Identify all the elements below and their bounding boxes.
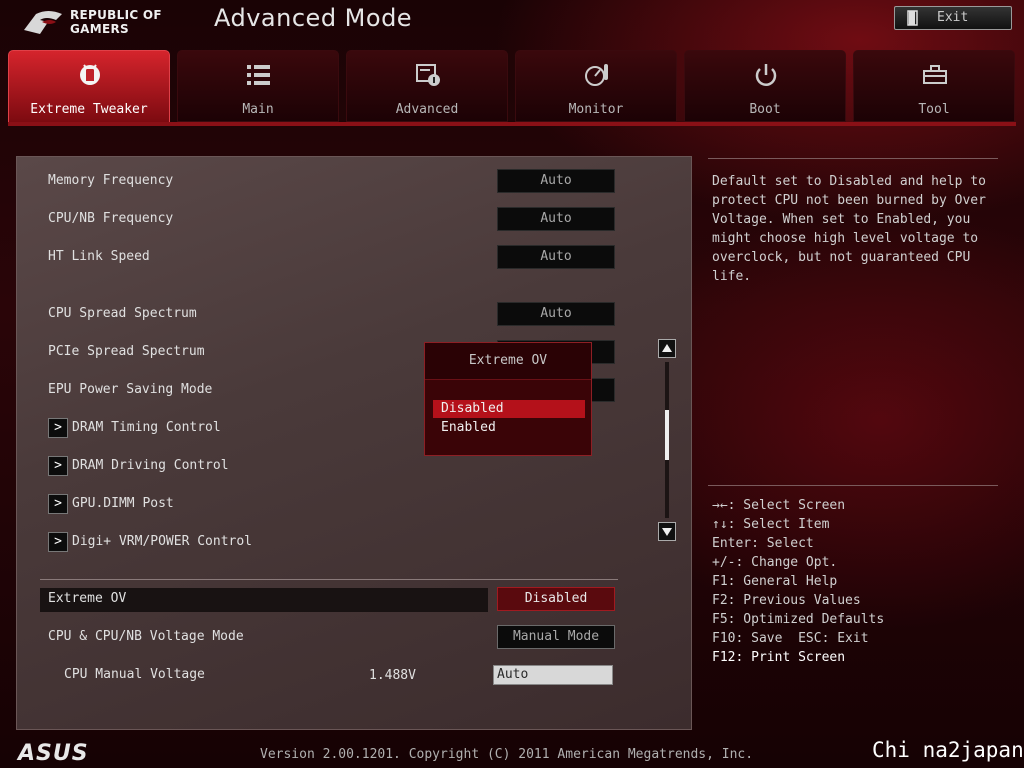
tab-advanced[interactable]: Advanced [346, 50, 508, 122]
exit-button[interactable]: Exit [894, 6, 1012, 30]
power-icon [755, 64, 777, 86]
key-hint: F12: Print Screen [712, 650, 846, 665]
triangle-up-icon [662, 344, 672, 352]
extreme-ov-label: Extreme OV [48, 591, 127, 606]
memory-frequency-label: Memory Frequency [48, 173, 174, 188]
triangle-down-icon [662, 528, 672, 536]
tweaker-icon [80, 64, 100, 85]
tab-label: Tool [918, 102, 950, 117]
key-hint: +/-: Change Opt. [712, 555, 838, 570]
help-description: Default set to Disabled and help to prot… [712, 174, 986, 284]
popup-option-enabled[interactable]: Enabled [433, 419, 585, 437]
key-hint: F1: General Help [712, 574, 838, 589]
tab-extreme-tweaker[interactable]: Extreme Tweaker [8, 50, 170, 124]
cpu-manual-voltage-label: CPU Manual Voltage [64, 667, 205, 682]
ht-link-speed-label: HT Link Speed [48, 249, 150, 264]
submenu-dram-timing-control[interactable]: DRAM Timing Control [72, 420, 221, 435]
tab-label: Boot [749, 102, 781, 117]
brand-line-1: REPUBLIC OF [70, 8, 162, 22]
key-hint: F5: Optimized Defaults [712, 612, 885, 627]
version-copyright: Version 2.00.1201. Copyright (C) 2011 Am… [260, 747, 754, 762]
key-hint: ↑↓: Select Item [712, 517, 830, 532]
gpu-dimm-post-arrow-icon[interactable]: > [48, 494, 68, 514]
extreme-ov-select[interactable]: Disabled [497, 587, 615, 611]
scrollbar-thumb[interactable] [665, 410, 669, 460]
tab-main[interactable]: Main [177, 50, 339, 122]
popup-option-disabled[interactable]: Disabled [433, 400, 585, 418]
exit-door-icon [907, 10, 918, 26]
key-hint: F10: Save ESC: Exit [712, 631, 869, 646]
extreme-ov-popup: Extreme OV Disabled Enabled [424, 342, 592, 456]
cpu-spread-spectrum-select[interactable]: Auto [497, 302, 615, 326]
section-divider [40, 579, 618, 580]
list-icon [247, 65, 270, 85]
watermark-text: Chi na2japan [872, 738, 1024, 762]
submenu-digi-vrm-power-control[interactable]: Digi+ VRM/POWER Control [72, 534, 252, 549]
dram-driving-arrow-icon[interactable]: > [48, 456, 68, 476]
help-divider-keys [708, 485, 998, 486]
tab-label: Extreme Tweaker [30, 102, 148, 117]
tab-label: Advanced [395, 102, 459, 117]
voltage-mode-label: CPU & CPU/NB Voltage Mode [48, 629, 244, 644]
scroll-down-button[interactable] [658, 522, 676, 541]
advanced-settings-icon [416, 64, 440, 86]
tab-bar: Extreme Tweaker Main Advanced Monitor Bo… [8, 50, 1016, 124]
cpu-nb-frequency-select[interactable]: Auto [497, 207, 615, 231]
voltage-mode-select[interactable]: Manual Mode [497, 625, 615, 649]
rog-logo: REPUBLIC OF GAMERS [22, 6, 192, 40]
submenu-gpu-dimm-post[interactable]: GPU.DIMM Post [72, 496, 174, 511]
monitor-gauge-icon [585, 64, 608, 86]
tab-monitor[interactable]: Monitor [515, 50, 677, 122]
cpu-nb-frequency-label: CPU/NB Frequency [48, 211, 174, 226]
dram-timing-arrow-icon[interactable]: > [48, 418, 68, 438]
brand-line-2: GAMERS [70, 22, 129, 36]
tab-tool[interactable]: Tool [853, 50, 1015, 122]
tab-label: Monitor [568, 102, 624, 117]
rog-eye-icon [24, 11, 62, 34]
asus-logo: ASUS [18, 741, 89, 766]
cpu-voltage-reading: 1.488V [369, 668, 416, 683]
key-hint: →←: Select Screen [712, 498, 846, 513]
cpu-manual-voltage-input[interactable]: Auto [493, 665, 613, 685]
key-hint: F2: Previous Values [712, 593, 861, 608]
digi-vrm-arrow-icon[interactable]: > [48, 532, 68, 552]
cpu-spread-spectrum-label: CPU Spread Spectrum [48, 306, 197, 321]
popup-title: Extreme OV [468, 353, 548, 368]
scroll-up-button[interactable] [658, 339, 676, 358]
exit-label: Exit [937, 10, 969, 25]
submenu-dram-driving-control[interactable]: DRAM Driving Control [72, 458, 229, 473]
toolbox-icon [923, 65, 947, 84]
memory-frequency-select[interactable]: Auto [497, 169, 615, 193]
key-hint: Enter: Select [712, 536, 814, 551]
help-divider-top [708, 158, 998, 159]
epu-power-saving-label: EPU Power Saving Mode [48, 382, 213, 397]
popup-title-bar: Extreme OV [425, 343, 591, 380]
key-legend: →←: Select Screen ↑↓: Select Item Enter:… [712, 496, 1002, 667]
tab-boot[interactable]: Boot [684, 50, 846, 122]
tab-underline [8, 122, 1016, 126]
pcie-spread-spectrum-label: PCIe Spread Spectrum [48, 344, 205, 359]
ht-link-speed-select[interactable]: Auto [497, 245, 615, 269]
header-bar: REPUBLIC OF GAMERS Advanced Mode Exit [0, 0, 1024, 46]
page-title: Advanced Mode [214, 4, 413, 32]
tab-label: Main [242, 102, 274, 117]
